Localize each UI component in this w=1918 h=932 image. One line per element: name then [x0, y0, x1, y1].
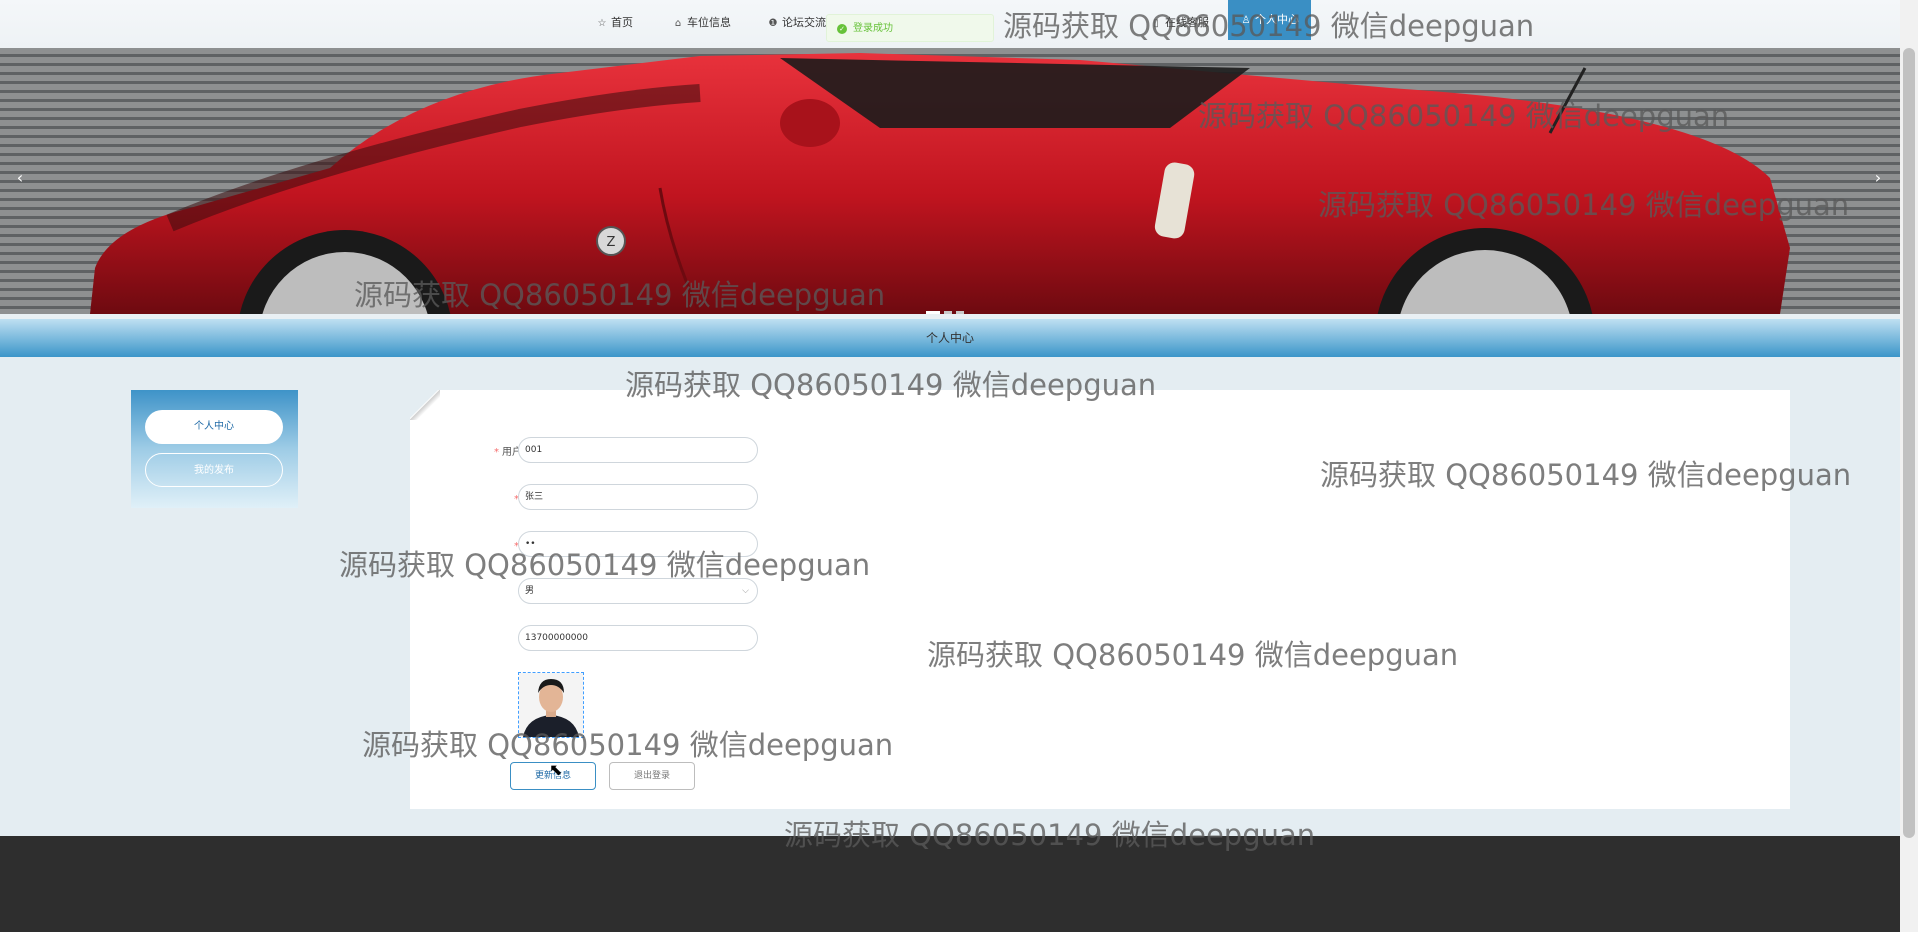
sidebar-item-my-posts[interactable]: 我的发布: [145, 453, 283, 487]
nav-forum-label: 论坛交流: [782, 16, 826, 29]
z-badge-text: Z: [607, 235, 616, 250]
password-input[interactable]: ••: [518, 531, 758, 557]
main-content: 个人中心 我的发布 *用户账号 001 *姓名 张三 *密码 •• 性别 男 ⌵…: [0, 357, 1900, 836]
avatar-upload[interactable]: [518, 672, 584, 738]
nav-item-profile[interactable]: ♙ 个人中心: [1228, 0, 1311, 40]
username-input[interactable]: 001: [518, 437, 758, 463]
info-icon: ❶: [768, 18, 778, 29]
toast-message: 登录成功: [853, 23, 893, 34]
scrollbar-thumb[interactable]: [1903, 48, 1915, 838]
nav-item-home[interactable]: ☆ 首页: [596, 12, 633, 34]
nav-support-label: 在线客服: [1165, 16, 1209, 29]
star-icon: ☆: [597, 18, 607, 29]
carousel-dot-1[interactable]: [926, 311, 940, 314]
car-banner-image: Z: [90, 53, 1790, 314]
home-icon: ⌂: [674, 18, 682, 29]
nav-parking-label: 车位信息: [687, 16, 731, 29]
avatar-photo: [519, 673, 583, 737]
chevron-down-icon: ⌵: [742, 586, 749, 596]
page-footer: [0, 836, 1900, 932]
nav-home-label: 首页: [611, 16, 633, 29]
section-title: 个人中心: [925, 331, 974, 345]
section-title-bar: 个人中心: [0, 319, 1900, 357]
phone-input[interactable]: 13700000000: [518, 625, 758, 651]
login-success-toast: ✓ 登录成功: [826, 14, 994, 42]
nav-item-forum[interactable]: ❶ 论坛交流: [767, 12, 826, 34]
nav-item-parking[interactable]: ⌂ 车位信息: [672, 12, 731, 34]
nav-item-support[interactable]: ▯ 在线客服: [1150, 12, 1209, 34]
check-circle-icon: ✓: [837, 24, 847, 34]
carousel-next-button[interactable]: ›: [1866, 166, 1890, 190]
carousel-indicators: [926, 302, 968, 314]
carousel-prev-button[interactable]: ‹: [8, 166, 32, 190]
top-navigation: ☆ 首页 ⌂ 车位信息 ❶ 论坛交流 ▯ 在线客服 ♙ 个人中心 ✓ 登录成功: [0, 0, 1900, 48]
chat-icon: ▯: [1153, 18, 1159, 29]
logout-button[interactable]: 退出登录: [609, 762, 695, 790]
user-icon: ♙: [1241, 15, 1251, 26]
required-mark: *: [494, 447, 499, 458]
sidebar: 个人中心 我的发布: [131, 390, 298, 508]
page-curl-shadow: [410, 390, 440, 420]
profile-form-panel: *用户账号 001 *姓名 张三 *密码 •• 性别 男 ⌵ 手机 137000…: [410, 390, 1790, 809]
mouse-pointer-icon: ⬉: [549, 760, 563, 779]
page-scrollbar[interactable]: [1900, 0, 1918, 932]
gender-select[interactable]: 男 ⌵: [518, 578, 758, 604]
gender-select-value: 男: [525, 586, 535, 596]
carousel-dot-3[interactable]: [956, 311, 964, 314]
name-input[interactable]: 张三: [518, 484, 758, 510]
carousel-dot-2[interactable]: [944, 311, 952, 314]
sidebar-item-profile[interactable]: 个人中心: [145, 410, 283, 444]
banner-carousel[interactable]: Z ‹ ›: [0, 48, 1900, 314]
nav-profile-label: 个人中心: [1255, 13, 1299, 26]
